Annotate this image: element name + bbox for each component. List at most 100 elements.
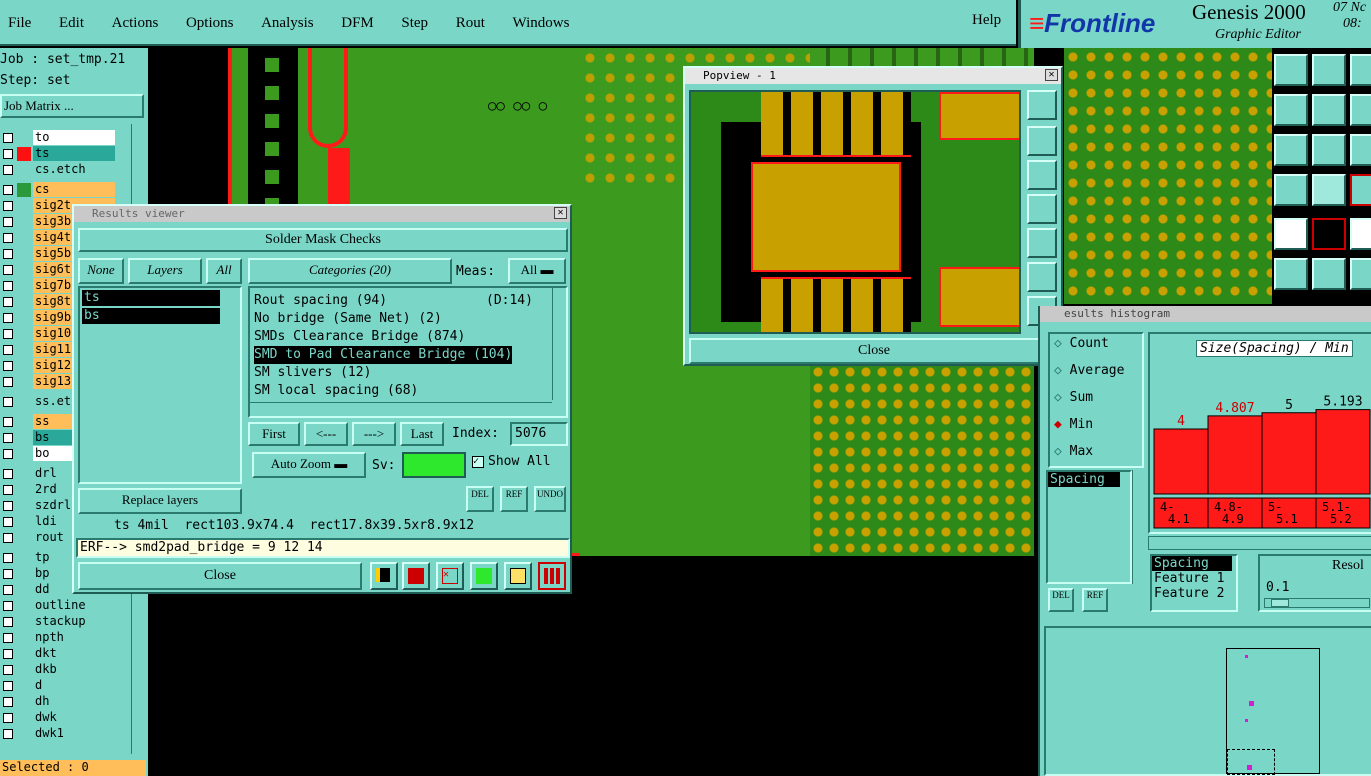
layer-name[interactable]: cs: [33, 182, 115, 197]
layer-checkbox[interactable]: [3, 377, 13, 387]
tool-ruler-icon[interactable]: [1350, 218, 1371, 250]
layer-row[interactable]: cs.etch: [0, 162, 146, 178]
tool-dock2-icon[interactable]: [1350, 94, 1371, 126]
layer-checkbox[interactable]: [3, 533, 13, 543]
layer-swatch[interactable]: [17, 327, 31, 341]
menu-options[interactable]: Options: [186, 15, 234, 31]
layer-checkbox[interactable]: [3, 681, 13, 691]
layer-swatch[interactable]: [17, 311, 31, 325]
layer-name[interactable]: dkt: [33, 646, 115, 661]
prev-button[interactable]: <---: [304, 422, 348, 446]
field-feature-2[interactable]: Feature 2: [1152, 586, 1236, 601]
layer-swatch[interactable]: [17, 515, 31, 529]
layer-swatch[interactable]: [17, 483, 31, 497]
layer-checkbox[interactable]: [3, 433, 13, 443]
menu-windows[interactable]: Windows: [513, 15, 570, 31]
field-feature-1[interactable]: Feature 1: [1152, 571, 1236, 586]
tool-measure-icon[interactable]: [1274, 174, 1308, 206]
layer-swatch[interactable]: [17, 499, 31, 513]
layer-row[interactable]: cs: [0, 182, 146, 198]
layer-row[interactable]: to: [0, 130, 146, 146]
layer-swatch[interactable]: [17, 247, 31, 261]
layer-swatch[interactable]: [17, 631, 31, 645]
tool-net-icon[interactable]: [1274, 258, 1308, 290]
layer-checkbox[interactable]: [3, 697, 13, 707]
menu-actions[interactable]: Actions: [112, 15, 159, 31]
radio-icon[interactable]: ◇: [1054, 444, 1070, 459]
del-button[interactable]: DEL: [466, 486, 494, 512]
layer-checkbox[interactable]: [3, 149, 13, 159]
layer-swatch[interactable]: [17, 531, 31, 545]
layer-swatch[interactable]: [17, 727, 31, 741]
tool-zoom2-icon[interactable]: [1350, 134, 1371, 166]
pan-left-icon[interactable]: [1027, 194, 1057, 224]
layer-swatch[interactable]: [17, 583, 31, 597]
layer-swatch[interactable]: [17, 431, 31, 445]
layer-checkbox[interactable]: [3, 233, 13, 243]
show-all-checkbox[interactable]: ✓: [472, 456, 484, 468]
layer-checkbox[interactable]: [3, 449, 13, 459]
histogram-bar[interactable]: [1153, 428, 1209, 495]
histogram-list[interactable]: Spacing: [1046, 470, 1132, 584]
hist-option-max[interactable]: ◇ Max: [1054, 444, 1093, 459]
layer-row[interactable]: d: [0, 678, 146, 694]
next-button[interactable]: --->: [352, 422, 396, 446]
erf-icon[interactable]: ✕: [436, 562, 464, 590]
layer-swatch[interactable]: [17, 647, 31, 661]
menu-step[interactable]: Step: [401, 15, 428, 31]
layer-checkbox[interactable]: [3, 729, 13, 739]
layer-swatch[interactable]: [17, 183, 31, 197]
menu-file[interactable]: File: [8, 15, 31, 31]
layer-swatch[interactable]: [17, 395, 31, 409]
tool-left-icon[interactable]: [1274, 94, 1308, 126]
layer-row[interactable]: npth: [0, 630, 146, 646]
layer-name[interactable]: ts: [33, 146, 115, 161]
categories-button[interactable]: Categories (20): [248, 258, 452, 284]
radio-icon[interactable]: ◆: [1054, 417, 1070, 432]
category-item[interactable]: SMDs Clearance Bridge (874): [254, 328, 465, 346]
pan-down-icon[interactable]: [1027, 160, 1057, 190]
layer-name[interactable]: dwk: [33, 710, 115, 725]
layer-swatch[interactable]: [17, 131, 31, 145]
field-list[interactable]: Spacing Feature 1 Feature 2: [1150, 554, 1238, 612]
layer-name[interactable]: dkb: [33, 662, 115, 677]
category-hscroll[interactable]: [250, 402, 552, 414]
layer-name[interactable]: d: [33, 678, 115, 693]
layer-name[interactable]: stackup: [33, 614, 115, 629]
menu-analysis[interactable]: Analysis: [261, 15, 314, 31]
layer-checkbox[interactable]: [3, 217, 13, 227]
layer-checkbox[interactable]: [3, 485, 13, 495]
job-matrix-button[interactable]: Job Matrix ...: [0, 94, 144, 118]
layer-checkbox[interactable]: [3, 133, 13, 143]
category-scrollbar[interactable]: [552, 288, 564, 400]
layer-checkbox[interactable]: [3, 165, 13, 175]
layer-swatch[interactable]: [17, 147, 31, 161]
none-button[interactable]: None: [78, 258, 124, 284]
tool-up-icon[interactable]: [1274, 54, 1308, 86]
layer-checkbox[interactable]: [3, 553, 13, 563]
layer-checkbox[interactable]: [3, 345, 13, 355]
layer-swatch[interactable]: [17, 447, 31, 461]
layer-checkbox[interactable]: [3, 617, 13, 627]
layer-row[interactable]: dh: [0, 694, 146, 710]
histogram-bar[interactable]: [1261, 412, 1317, 495]
layer-swatch[interactable]: [17, 695, 31, 709]
hist-del-button[interactable]: DEL: [1048, 588, 1074, 612]
report-icon[interactable]: [504, 562, 532, 590]
histogram-bar[interactable]: [1207, 415, 1263, 495]
layers-listbox[interactable]: ts bs: [78, 286, 242, 484]
layer-checkbox[interactable]: [3, 361, 13, 371]
close-icon[interactable]: ✕: [1045, 69, 1058, 81]
histogram-list-scrollbar[interactable]: [1132, 470, 1144, 584]
popview-close-button[interactable]: Close: [689, 338, 1059, 364]
tool-cross-icon[interactable]: [1312, 218, 1346, 250]
resol-slider[interactable]: [1264, 598, 1370, 608]
histogram-titlebar[interactable]: esults histogram: [1040, 306, 1371, 322]
radio-icon[interactable]: ◇: [1054, 363, 1070, 378]
layer-row[interactable]: stackup: [0, 614, 146, 630]
layer-checkbox[interactable]: [3, 313, 13, 323]
layer-swatch[interactable]: [17, 263, 31, 277]
pan-right-icon[interactable]: [1027, 228, 1057, 258]
layer-swatch[interactable]: [17, 343, 31, 357]
layer-checkbox[interactable]: [3, 501, 13, 511]
